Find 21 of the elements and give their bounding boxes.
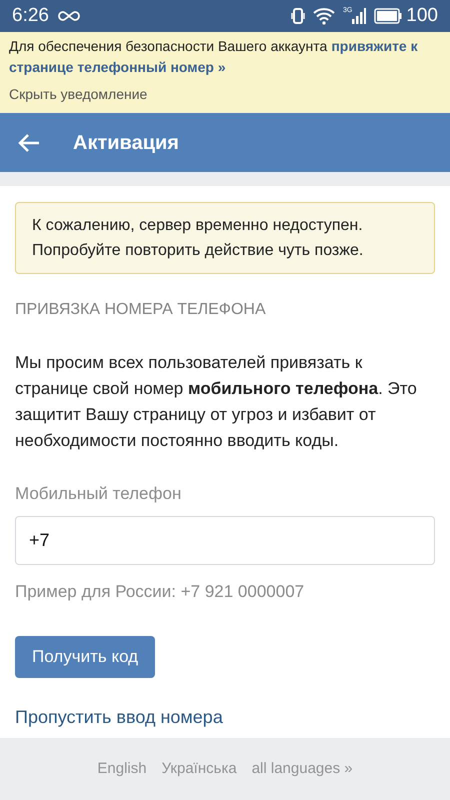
battery-icon	[374, 8, 402, 24]
battery-level: 100	[406, 4, 438, 28]
vibrate-icon	[290, 7, 305, 25]
notice-text: Для обеспечения безопасности Вашего аккаунта	[9, 37, 328, 56]
clock-time: 6:26	[12, 4, 49, 28]
notice-link[interactable]: привяжите к	[331, 36, 418, 57]
back-arrow-icon[interactable]	[18, 132, 40, 152]
error-message: К сожалению, сервер временно недоступен. Попробуйте повторить действие чуть позже.	[15, 202, 435, 274]
phone-hint: Пример для России: +7 921 0000007	[15, 580, 306, 602]
wifi-icon	[312, 7, 335, 25]
hide-notice-link[interactable]: Скрыть уведомление	[9, 84, 441, 105]
page-title: Активация	[73, 130, 179, 156]
description-text: Мы просим всех пользователей привязать к странице свой номер мобильного телефона. Это защитит Вашу страницу от угроз и избавит от необходимости постоянно вводить коды.	[15, 352, 418, 452]
signal-icon	[352, 8, 366, 24]
phone-input[interactable]: +7	[15, 516, 435, 564]
skip-link[interactable]: Пропустить ввод номера	[15, 704, 435, 731]
infinity-icon	[56, 10, 81, 22]
get-code-button[interactable]: Получить код	[15, 636, 156, 678]
section-title: ПРИВЯЗКА НОМЕРА ТЕЛЕФОНА	[15, 300, 267, 320]
phone-label: Мобильный телефон	[15, 483, 182, 505]
notice-link[interactable]: странице телефонный номер »	[9, 57, 226, 78]
